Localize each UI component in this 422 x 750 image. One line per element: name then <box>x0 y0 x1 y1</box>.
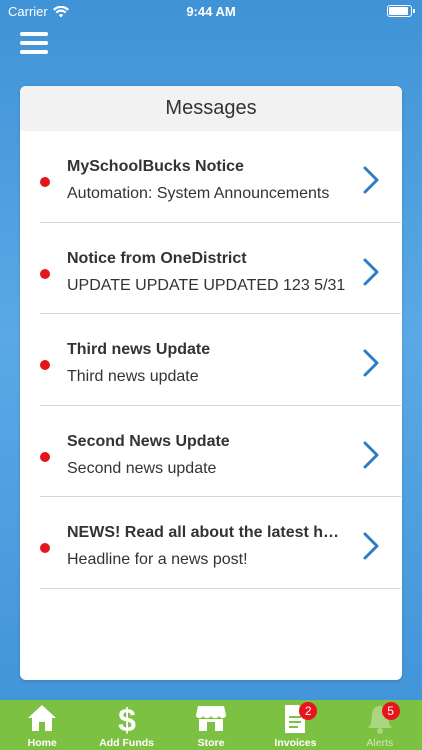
message-item[interactable]: Notice from OneDistrict UPDATE UPDATE UP… <box>40 223 401 314</box>
tab-label: Store <box>197 737 225 749</box>
message-title: Third news Update <box>67 341 211 358</box>
message-preview: Second news update <box>67 459 217 477</box>
chevron-right-icon <box>363 166 379 194</box>
store-icon <box>196 706 227 731</box>
tab-store[interactable]: Store <box>169 700 253 750</box>
message-preview: UPDATE UPDATE UPDATED 123 5/31 <box>67 276 346 294</box>
home-icon <box>28 705 57 731</box>
unread-dot <box>40 360 50 370</box>
tab-home[interactable]: Home <box>0 700 84 750</box>
message-title: Second News Update <box>67 432 230 450</box>
message-preview: Third news update <box>67 368 199 385</box>
message-title: Notice from OneDistrict <box>67 249 247 267</box>
invoices-badge: 2 <box>299 702 318 720</box>
battery-icon <box>387 5 415 17</box>
tab-alerts[interactable]: 5 Alerts <box>338 700 422 750</box>
tab-invoices[interactable]: 2 Invoices <box>253 700 337 750</box>
message-item[interactable]: NEWS! Read all about the latest headline… <box>40 497 401 589</box>
page-title: Messages <box>20 86 402 131</box>
unread-dot <box>40 451 50 462</box>
tab-label: Invoices <box>274 737 317 749</box>
svg-text:$: $ <box>118 704 136 736</box>
alerts-badge: 5 <box>381 702 400 720</box>
message-title: NEWS! Read all about the latest headline… <box>67 524 347 541</box>
tab-add-funds[interactable]: $ Add Funds <box>84 700 168 750</box>
chevron-right-icon <box>363 532 379 560</box>
message-list: MySchoolBucks Notice Automation: System … <box>20 131 402 589</box>
status-bar: Carrier 9:44 AM <box>0 0 422 22</box>
unread-dot <box>40 177 50 187</box>
message-preview: Headline for a news post! <box>67 551 248 568</box>
tab-bar: Home $ Add Funds Store 2 Invoices 5 Aler… <box>0 700 422 750</box>
dollar-icon: $ <box>118 704 136 736</box>
messages-card: Messages MySchoolBucks Notice Automation… <box>20 86 402 680</box>
message-title: MySchoolBucks Notice <box>67 158 244 175</box>
hamburger-menu-button[interactable] <box>20 32 48 54</box>
message-item[interactable]: Third news Update Third news update <box>40 314 401 406</box>
tab-label: Alerts <box>366 737 394 749</box>
unread-dot <box>40 268 50 279</box>
message-preview: Automation: System Announcements <box>67 185 330 202</box>
message-item[interactable]: Second News Update Second news update <box>40 406 401 497</box>
menu-bar <box>20 41 48 45</box>
status-time: 9:44 AM <box>186 4 236 19</box>
chevron-right-icon <box>363 349 379 377</box>
tab-label: Add Funds <box>99 737 155 749</box>
message-item[interactable]: MySchoolBucks Notice Automation: System … <box>40 131 401 223</box>
tab-label: Home <box>27 737 57 749</box>
menu-bar <box>20 32 48 36</box>
chevron-right-icon <box>363 441 379 468</box>
menu-bar <box>20 50 48 54</box>
unread-dot <box>40 543 50 553</box>
chevron-right-icon <box>363 258 379 285</box>
